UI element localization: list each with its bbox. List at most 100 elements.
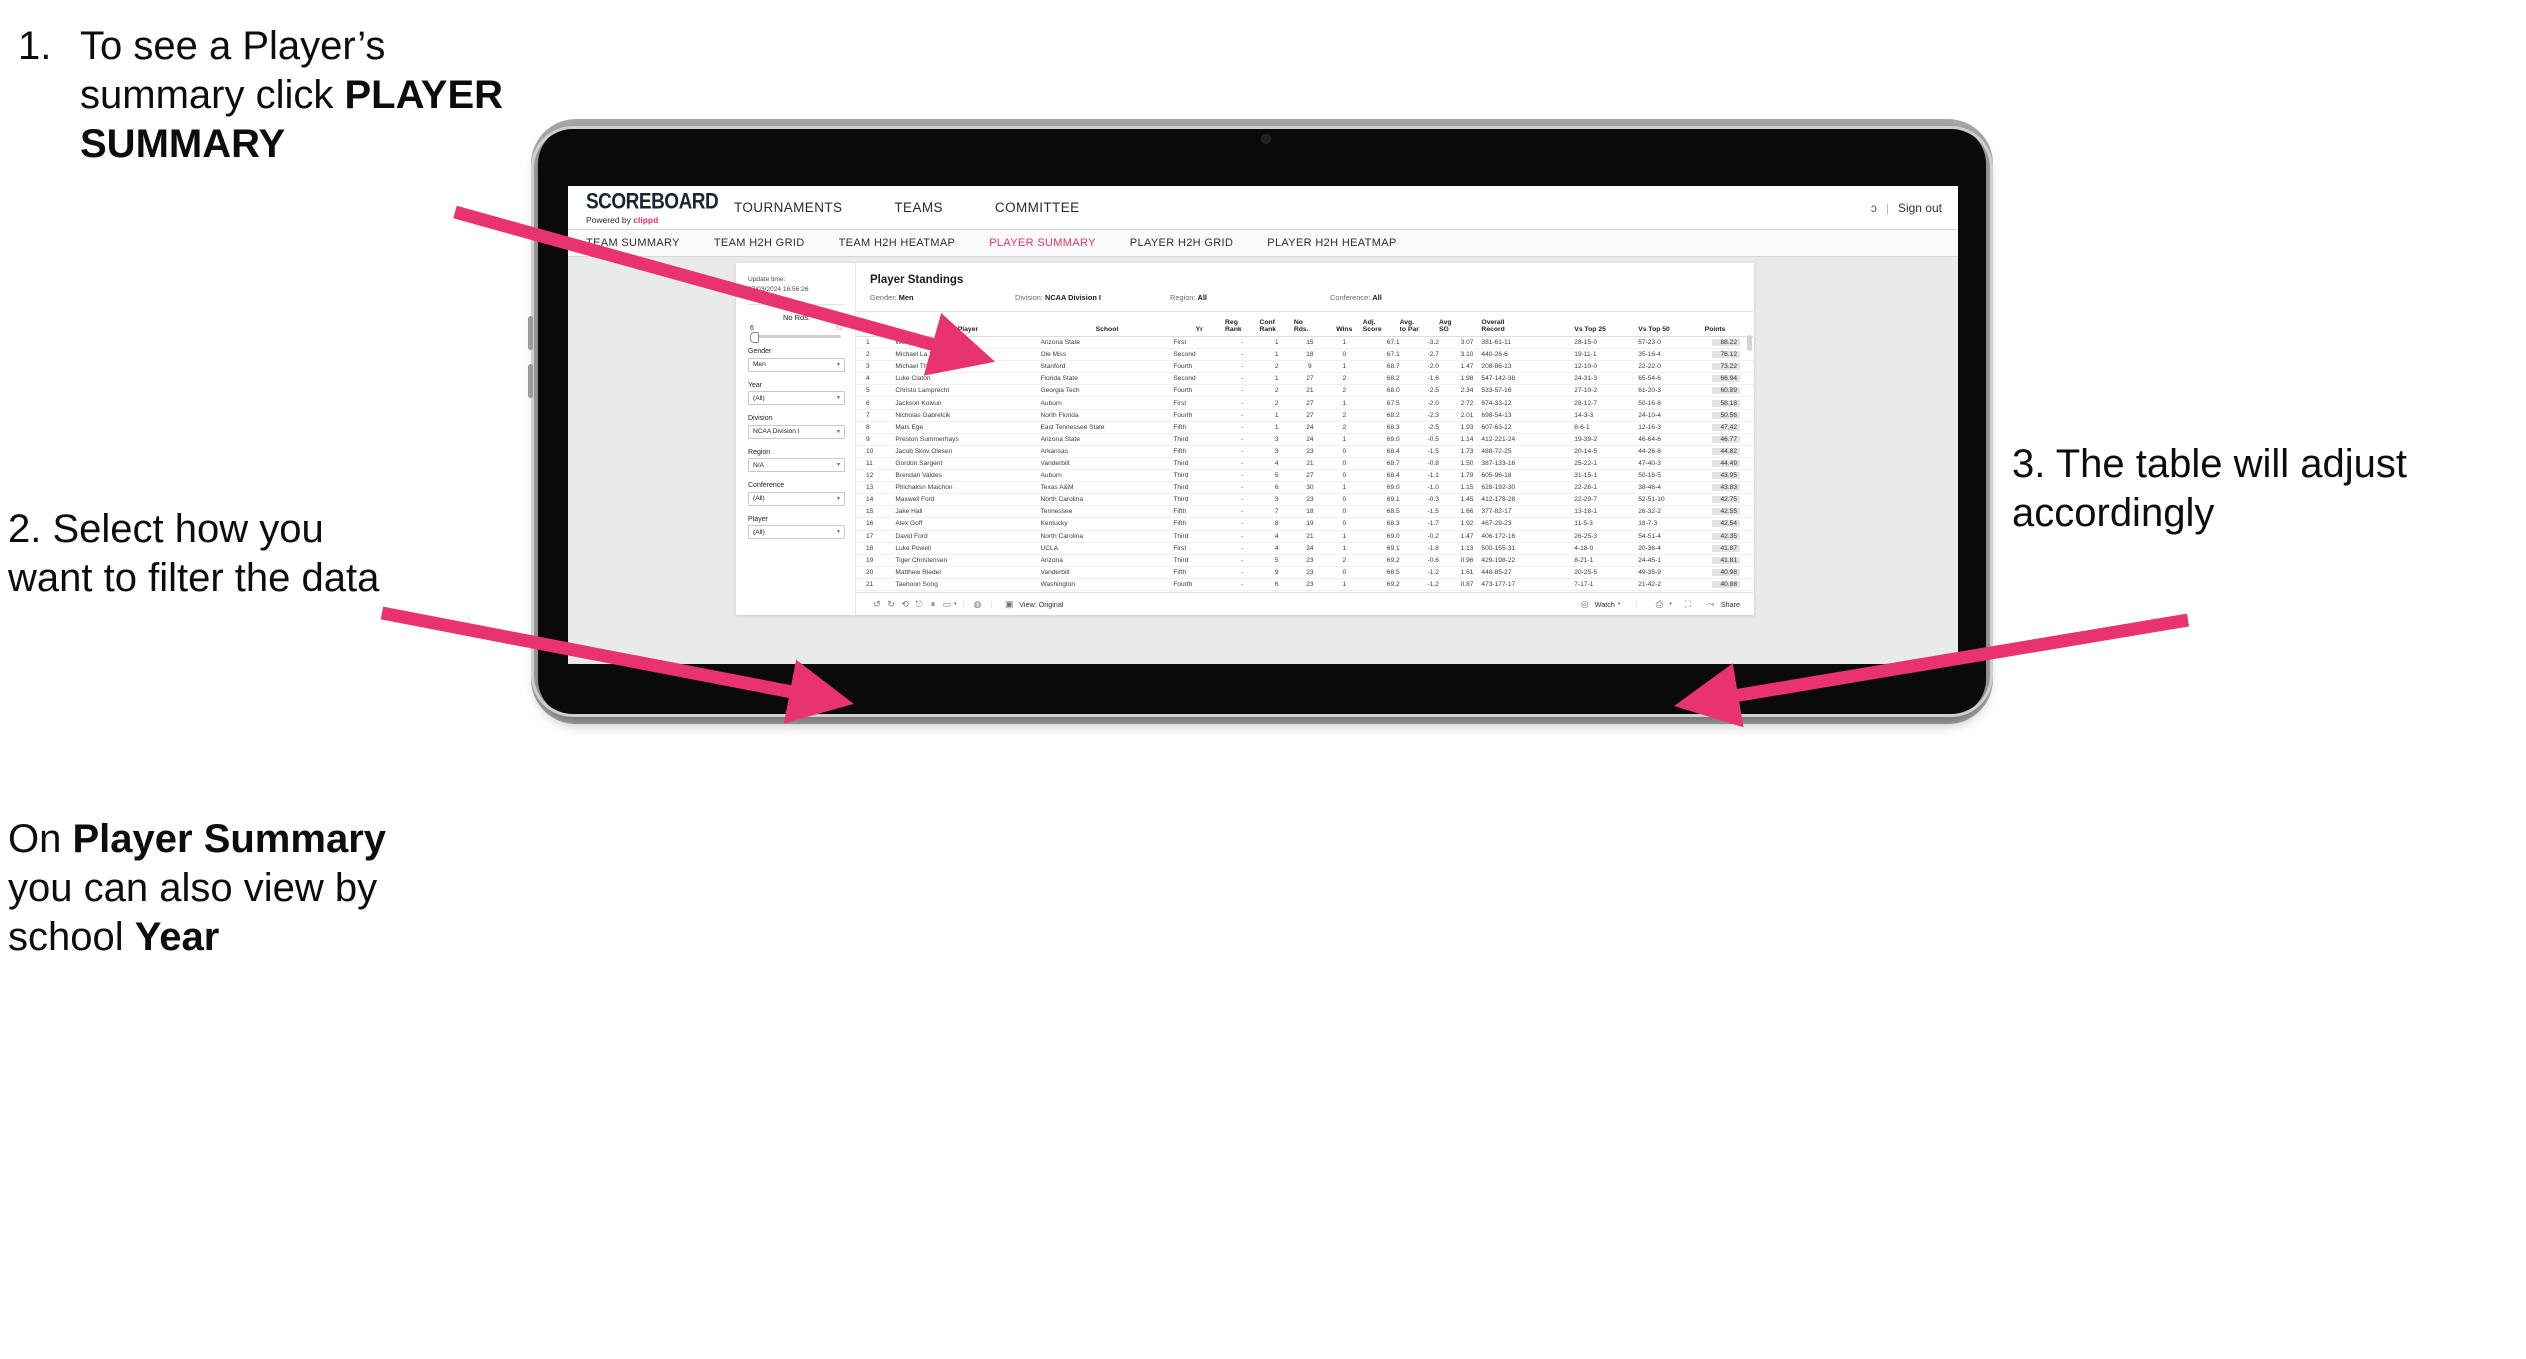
no-rounds-slider[interactable]: [750, 332, 841, 344]
meta-gender: Gender: Men: [870, 293, 1015, 302]
tab-team-h2h-heatmap[interactable]: TEAM H2H HEATMAP: [839, 237, 956, 249]
table-row[interactable]: 12 Brendan Valdes Auburn Third - 5 27 0 68.4 -1.1…: [856, 470, 1754, 482]
table-row[interactable]: 8 Mats Ege East Tennessee State Fifth - 1 24 2 6…: [856, 421, 1754, 434]
table-row[interactable]: 1 Wenyi Ding Arizona State First - 1 15 1 67.1 -3…: [856, 337, 1754, 349]
cell-sg: 1.73: [1460, 447, 1474, 455]
filter-year-select[interactable]: (All) ▼: [748, 391, 845, 406]
table-row[interactable]: 22Ian GilliganFloridaThird-1024168.7-0.8…: [856, 590, 1754, 592]
undo-icon[interactable]: ↺: [870, 599, 884, 610]
table-row[interactable]: 14 Maxwell Ford North Carolina Third - 3 23 0 69…: [856, 494, 1754, 506]
table-row[interactable]: 16 Alex Goff Kentucky Fifth - 8 19 0 68.3 -1.7 1.9…: [856, 518, 1754, 530]
eye-icon: ◎: [1580, 598, 1589, 609]
refresh-icon[interactable]: ⎋: [912, 599, 926, 610]
table-row[interactable]: 5 Christo Lamprecht Georgia Tech Fourth - 2 21…: [856, 385, 1754, 397]
cell-t50: 54-51-4: [1638, 532, 1661, 540]
cell-num: 18: [866, 544, 874, 552]
col-conf-rank[interactable]: Conf Rank: [1259, 312, 1294, 337]
table-row[interactable]: 13 Phichaksn Maichon Texas A&M Third - 6 30 1 69…: [856, 482, 1754, 494]
col-avg-sg[interactable]: Avg SG: [1438, 312, 1474, 337]
cell-cr: 4: [1274, 459, 1279, 467]
filter-conference-select[interactable]: (All) ▼: [748, 491, 845, 506]
col-yr[interactable]: Yr: [1173, 312, 1225, 337]
redo-icon[interactable]: ↻: [884, 599, 898, 610]
table-row[interactable]: 10 Jacob Skov Olesen Arkansas Fifth - 3 23 0 68.…: [856, 445, 1754, 458]
col-no-rds[interactable]: No Rds.: [1293, 312, 1326, 337]
table-row[interactable]: 11 Gordon Sargent Vanderbilt Third - 4 21 0 68.7…: [856, 457, 1754, 470]
col-wins[interactable]: Wins: [1325, 312, 1363, 337]
table-row[interactable]: 21 Taehoon Song Washington Fourth -6 23 1 69.2-…: [856, 578, 1754, 591]
table-row[interactable]: 7 Nicholas Gabrelcik North Florida Fourth - 1…: [856, 409, 1754, 422]
nav-item-committee[interactable]: COMMITTEE: [969, 186, 1106, 229]
tab-player-summary[interactable]: PLAYER SUMMARY: [989, 237, 1096, 249]
col-points[interactable]: Points: [1704, 312, 1754, 337]
table-row[interactable]: 20 Matthew Riedel Vanderbilt Fifth - 9 23 0 68.5…: [856, 566, 1754, 579]
cell-adj: 68.0: [1386, 387, 1400, 395]
col-adj-score[interactable]: Adj. Score: [1362, 312, 1400, 337]
col-player[interactable]: Player: [895, 312, 1041, 337]
revert-icon[interactable]: ⟲: [898, 599, 912, 610]
cell-player: Phichaksn Maichon: [895, 484, 953, 492]
cell-player: Taehoon Song: [895, 580, 938, 588]
cell-rec: 514-111-12: [1473, 590, 1574, 592]
table-row[interactable]: 17 David Ford North Carolina Third - 4 21 1 69.0…: [856, 530, 1754, 543]
vertical-scrollbar[interactable]: [1747, 335, 1752, 351]
tab-player-h2h-heatmap[interactable]: PLAYER H2H HEATMAP: [1267, 237, 1396, 249]
cell-sg: 0.96: [1460, 556, 1474, 564]
no-rounds-slider-thumb[interactable]: [750, 332, 759, 344]
pause-updates-icon[interactable]: ⏸: [926, 599, 940, 610]
cell-num: 2: [866, 351, 870, 359]
comment-icon[interactable]: ▭: [940, 599, 954, 610]
table-row[interactable]: 3 Michael Thorbjornsen Stanford Fourth -2 9 1 6…: [856, 361, 1754, 373]
tab-team-summary[interactable]: TEAM SUMMARY: [586, 237, 680, 249]
standings-table-scroll[interactable]: # Player School Yr Reg Rank Conf Rank No Rd…: [856, 311, 1754, 592]
filter-gender-select[interactable]: Men ▼: [748, 357, 845, 372]
col-reg-rank[interactable]: Reg Rank: [1225, 312, 1260, 337]
share-label: Share: [1720, 599, 1740, 609]
sign-out-link[interactable]: Sign out: [1898, 201, 1942, 215]
cell-nr: 27: [1306, 411, 1314, 419]
watch-button[interactable]: ◎ Watch ▾: [1578, 599, 1621, 610]
device-layout-icon[interactable]: ◍: [970, 599, 984, 610]
filter-region-select[interactable]: N/A ▼: [748, 458, 845, 473]
filter-player-select[interactable]: (All) ▼: [748, 525, 845, 540]
fullscreen-button[interactable]: ⛶: [1681, 599, 1695, 610]
table-row[interactable]: 9 Preston Summerhays Arizona State Third - 3 2…: [856, 433, 1754, 446]
nav-item-teams[interactable]: TEAMS: [868, 186, 969, 229]
cell-w: 0: [1342, 447, 1347, 455]
table-row[interactable]: 6 Jackson Koivun Auburn First - 2 27 1 67.5 -2.0 2…: [856, 397, 1754, 410]
table-row[interactable]: 2 Michael La Sasso Ole Miss Second - 1 18 0 67.1…: [856, 349, 1754, 361]
cell-rec: 605-96-18: [1481, 472, 1512, 480]
col-school[interactable]: School: [1040, 312, 1174, 337]
col-overall-record[interactable]: Overall Record: [1473, 312, 1575, 337]
view-original-button[interactable]: ▣ View: Original: [1002, 599, 1063, 610]
cell-sg: 1.47: [1460, 363, 1474, 371]
cell-t25: 28-12-7: [1574, 399, 1598, 407]
filter-division-select[interactable]: NCAA Division I ▼: [748, 424, 845, 439]
cell-t50: 49-35-9: [1638, 568, 1661, 576]
callout-1-number: 1.: [18, 24, 52, 68]
col-rank[interactable]: #: [856, 312, 896, 337]
tab-player-h2h-grid[interactable]: PLAYER H2H GRID: [1130, 237, 1233, 249]
cell-yr: Fifth: [1173, 447, 1187, 455]
cell-yr: First: [1173, 544, 1187, 552]
meta-conference: Conference: All: [1330, 293, 1382, 302]
table-row[interactable]: 19 Tiger Christensen Arizona Third - 5 23 2 69.2…: [856, 554, 1754, 567]
cell-yr: Fifth: [1173, 568, 1187, 576]
col-avg-to-par[interactable]: Avg. to Par: [1399, 312, 1439, 337]
cell-rec: 406-172-16: [1481, 532, 1516, 540]
nav-item-tournaments[interactable]: TOURNAMENTS: [708, 186, 868, 229]
cell-player: Jake Hall: [895, 508, 923, 516]
chevron-down-icon[interactable]: ▾: [954, 601, 957, 607]
cell-rr: -: [1241, 532, 1244, 540]
table-row[interactable]: 15 Jake Hall Tennessee Fifth - 7 18 0 68.5 -1.5 1.…: [856, 506, 1754, 518]
table-row[interactable]: 18 Luke Powell UCLA First - 4 24 1 69.1 -1.8 1.13 5…: [856, 542, 1754, 555]
table-row[interactable]: 4 Luke Claton Florida State Second - 1 27 2 68.2…: [856, 373, 1754, 385]
col-vs-top-50[interactable]: Vs Top 50: [1638, 312, 1705, 337]
col-vs-top-25[interactable]: Vs Top 25: [1574, 312, 1639, 337]
download-button[interactable]: ⎙ ▾: [1652, 599, 1672, 610]
tab-team-h2h-grid[interactable]: TEAM H2H GRID: [714, 237, 805, 249]
app-logo[interactable]: SCOREBOARD Powered by clippd: [568, 191, 719, 225]
cell-rec: 607-63-12: [1481, 423, 1512, 431]
share-button[interactable]: ⤳ Share: [1704, 599, 1740, 610]
cell-cr: 4: [1274, 532, 1279, 540]
